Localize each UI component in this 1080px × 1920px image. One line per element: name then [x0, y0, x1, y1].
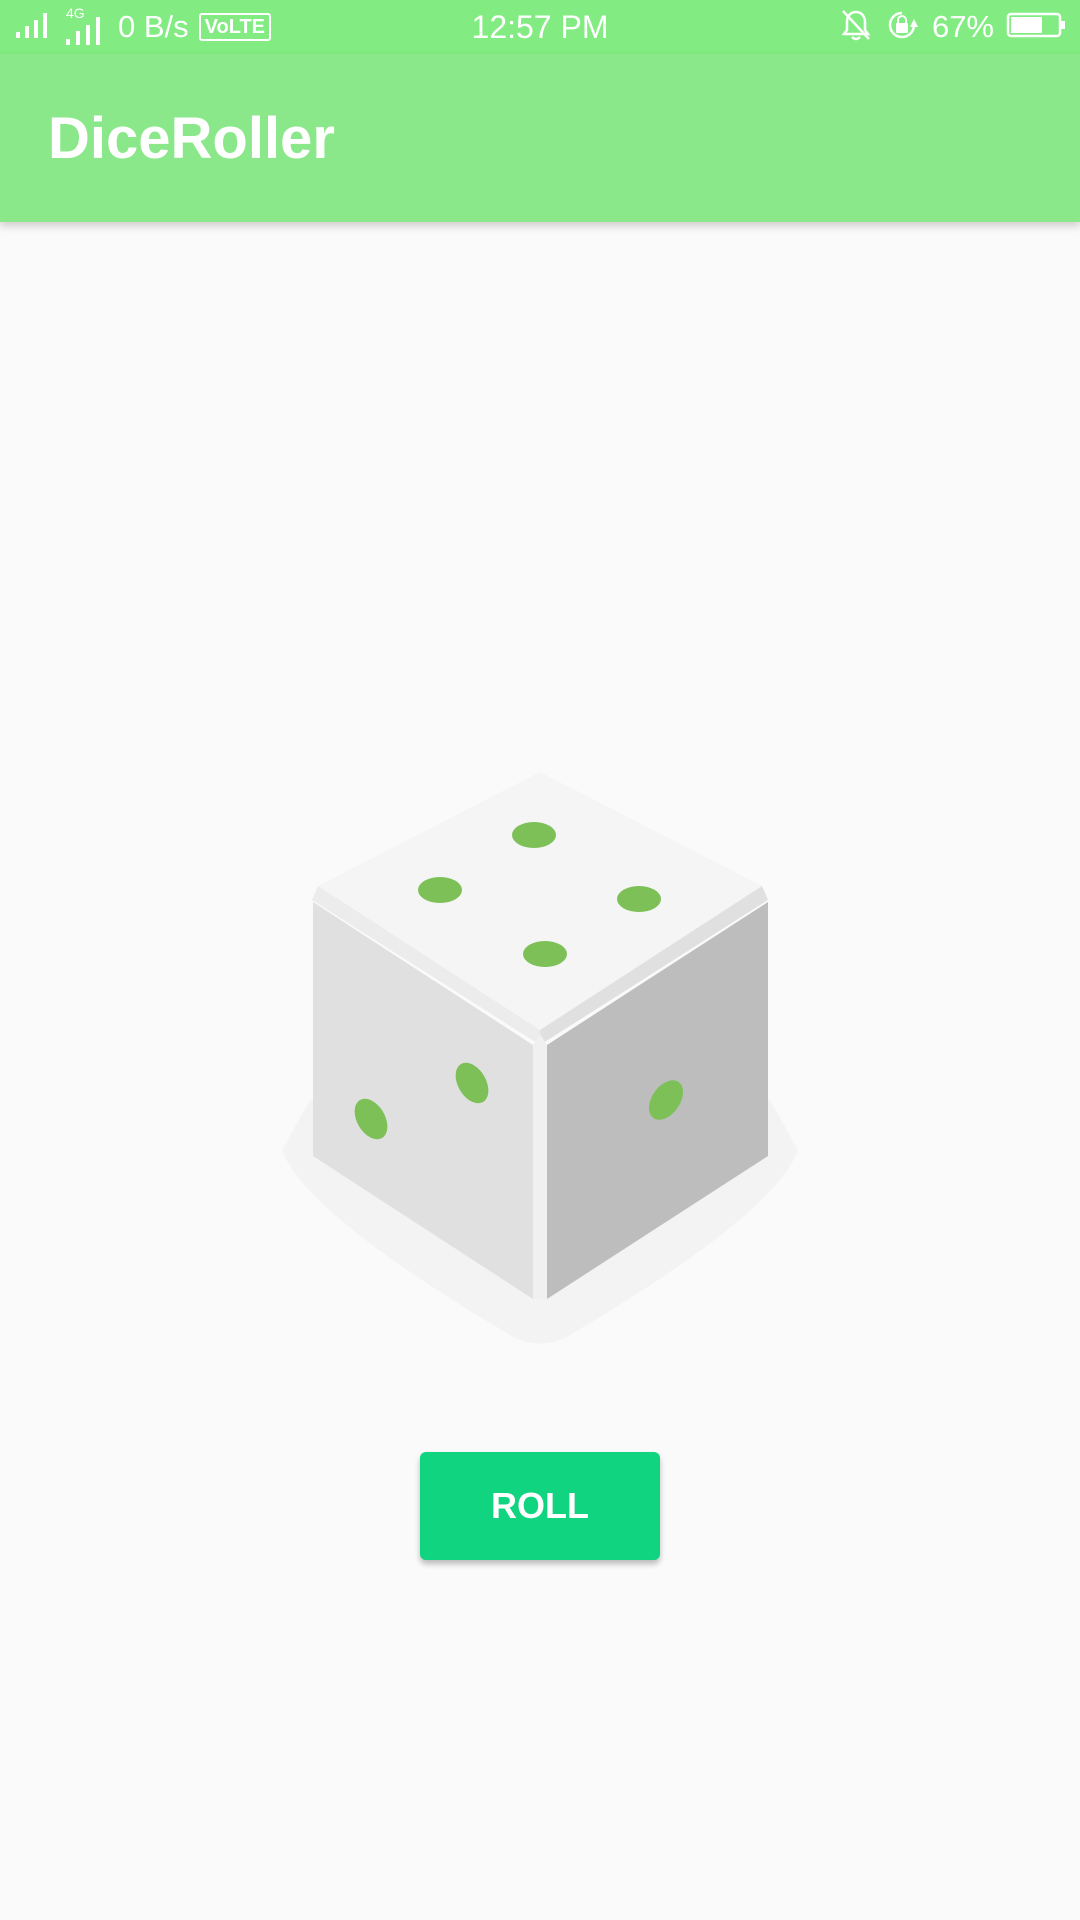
dice-image: [270, 760, 810, 1360]
battery-percent: 67%: [931, 9, 994, 44]
dice-svg: [282, 772, 798, 1344]
dice-pip: [512, 822, 556, 848]
dice-pip: [523, 941, 567, 967]
app-bar: DiceRoller: [0, 54, 1080, 222]
notification-muted-icon: [840, 8, 872, 47]
status-bar: 4G 0 B/s VoLTE 12:57 PM 67%: [0, 0, 1080, 54]
app-title: DiceRoller: [48, 106, 335, 171]
battery-icon: [1006, 11, 1066, 44]
rotation-lock-icon: [884, 7, 920, 48]
dice-pip: [617, 886, 661, 912]
status-right: 67%: [840, 0, 1066, 54]
dice-pip: [418, 877, 462, 903]
roll-button[interactable]: ROLL: [420, 1452, 660, 1560]
